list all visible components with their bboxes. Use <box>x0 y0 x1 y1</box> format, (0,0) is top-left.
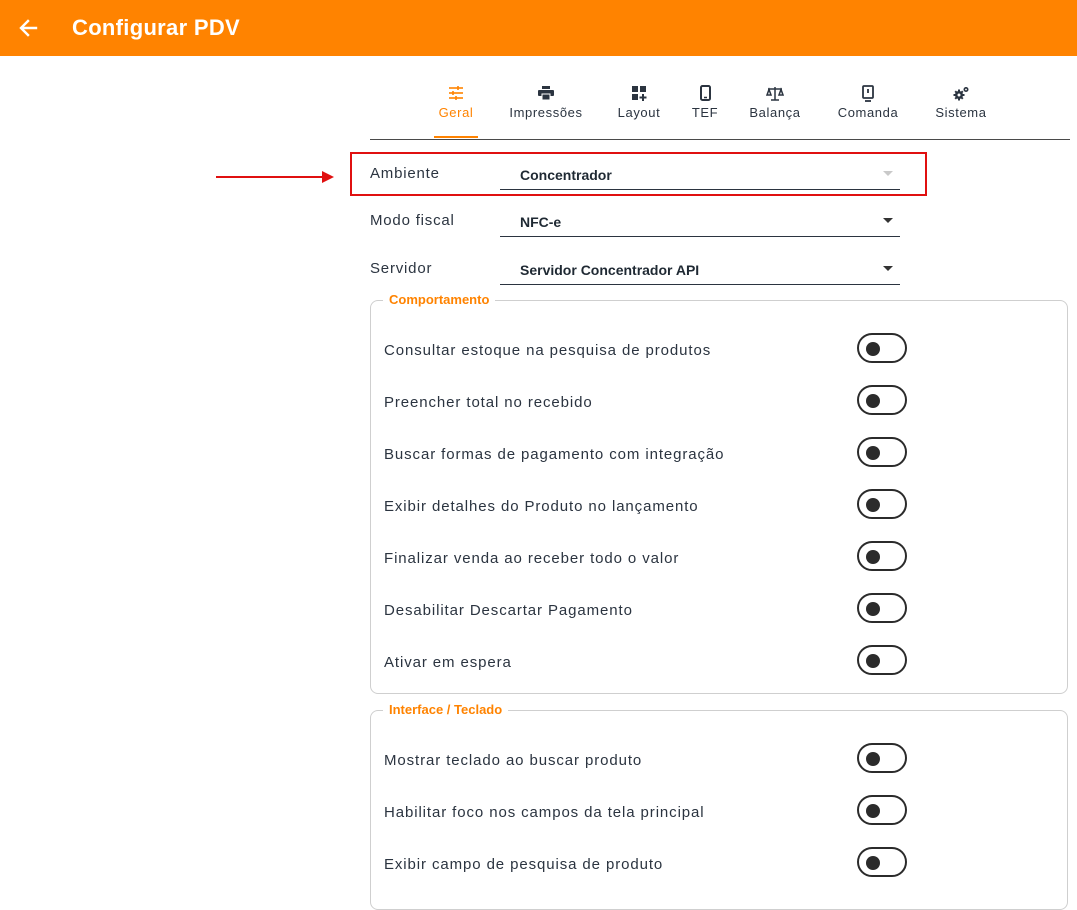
option-row: Mostrar teclado ao buscar produto <box>371 742 1067 782</box>
option-label: Desabilitar Descartar Pagamento <box>384 602 633 619</box>
annotation-arrow-head <box>322 171 334 183</box>
comportamento-group: Comportamento Consultar estoque na pesqu… <box>370 292 1068 694</box>
option-label: Buscar formas de pagamento com integraçã… <box>384 446 725 463</box>
toggle-knob <box>866 394 880 408</box>
tab-impressoes[interactable]: Impressões <box>504 70 588 138</box>
toggle-knob <box>866 804 880 818</box>
servidor-row: Servidor Servidor Concentrador API <box>370 252 900 285</box>
option-label: Habilitar foco nos campos da tela princi… <box>384 804 705 821</box>
tab-label: TEF <box>691 105 719 120</box>
ambiente-row: Ambiente Concentrador <box>370 157 900 190</box>
gears-icon <box>953 84 970 102</box>
toggle-knob <box>866 446 880 460</box>
chevron-down-icon <box>883 266 893 271</box>
toggle-switch[interactable] <box>857 489 907 519</box>
option-label: Ativar em espera <box>384 654 512 671</box>
tab-comanda[interactable]: Comanda <box>832 70 904 138</box>
toggle-switch[interactable] <box>857 333 907 363</box>
servidor-label: Servidor <box>370 260 433 277</box>
option-row: Habilitar foco nos campos da tela princi… <box>371 794 1067 834</box>
toggle-knob <box>866 498 880 512</box>
tab-geral[interactable]: Geral <box>434 70 478 138</box>
interface-teclado-group: Interface / Teclado Mostrar teclado ao b… <box>370 702 1068 910</box>
option-label: Finalizar venda ao receber todo o valor <box>384 550 680 567</box>
tab-label: Sistema <box>935 105 987 120</box>
toggle-switch[interactable] <box>857 385 907 415</box>
modo-fiscal-value: NFC-e <box>520 214 562 230</box>
option-label: Preencher total no recebido <box>384 394 593 411</box>
ambiente-select[interactable]: Concentrador <box>500 157 900 190</box>
modo-fiscal-select[interactable]: NFC-e <box>500 204 900 237</box>
app-bar: Configurar PDV <box>0 0 1077 56</box>
option-label: Mostrar teclado ao buscar produto <box>384 752 643 769</box>
chevron-down-icon <box>883 218 893 223</box>
arrow-left-icon <box>19 19 38 37</box>
toggle-knob <box>866 550 880 564</box>
option-row: Desabilitar Descartar Pagamento <box>371 592 1067 632</box>
tab-label: Layout <box>617 105 661 120</box>
option-row: Ativar em espera <box>371 644 1067 684</box>
tab-label: Comanda <box>837 105 899 120</box>
grid-add-icon <box>631 84 647 102</box>
group-title: Interface / Teclado <box>383 702 509 717</box>
active-tab-indicator <box>434 136 478 138</box>
option-row: Exibir detalhes do Produto no lançamento <box>371 488 1067 528</box>
toggle-switch[interactable] <box>857 795 907 825</box>
servidor-select[interactable]: Servidor Concentrador API <box>500 252 900 285</box>
toggle-knob <box>866 342 880 356</box>
tablet-icon <box>862 84 874 102</box>
toggle-knob <box>866 602 880 616</box>
phone-icon <box>699 84 711 102</box>
sliders-icon <box>448 84 464 102</box>
toggle-switch[interactable] <box>857 645 907 675</box>
tab-tef[interactable]: TEF <box>690 70 720 138</box>
option-row: Buscar formas de pagamento com integraçã… <box>371 436 1067 476</box>
toggle-switch[interactable] <box>857 743 907 773</box>
modo-fiscal-row: Modo fiscal NFC-e <box>370 204 900 237</box>
chevron-down-icon <box>883 171 893 176</box>
tab-sistema[interactable]: Sistema <box>930 70 992 138</box>
back-button[interactable] <box>16 16 40 40</box>
scale-icon <box>766 84 784 102</box>
printer-icon <box>538 84 554 102</box>
tab-layout[interactable]: Layout <box>614 70 664 138</box>
toggle-knob <box>866 856 880 870</box>
group-title: Comportamento <box>383 292 496 307</box>
annotation-arrow <box>216 176 324 178</box>
option-label: Exibir campo de pesquisa de produto <box>384 856 664 873</box>
toggle-switch[interactable] <box>857 541 907 571</box>
ambiente-label: Ambiente <box>370 165 440 182</box>
page-title: Configurar PDV <box>72 15 240 40</box>
tab-label: Balança <box>749 105 801 120</box>
toggle-switch[interactable] <box>857 593 907 623</box>
option-row: Finalizar venda ao receber todo o valor <box>371 540 1067 580</box>
config-tabs: Geral Impressões Layout TEF Balança Coma… <box>370 70 1070 140</box>
ambiente-value: Concentrador <box>520 167 612 183</box>
toggle-knob <box>866 752 880 766</box>
tab-balanca[interactable]: Balança <box>746 70 804 138</box>
servidor-value: Servidor Concentrador API <box>520 262 700 278</box>
toggle-switch[interactable] <box>857 847 907 877</box>
option-label: Consultar estoque na pesquisa de produto… <box>384 342 712 359</box>
toggle-switch[interactable] <box>857 437 907 467</box>
tab-label: Geral <box>438 105 474 120</box>
modo-fiscal-label: Modo fiscal <box>370 212 455 229</box>
option-label: Exibir detalhes do Produto no lançamento <box>384 498 699 515</box>
toggle-knob <box>866 654 880 668</box>
option-row: Consultar estoque na pesquisa de produto… <box>371 332 1067 372</box>
option-row: Exibir campo de pesquisa de produto <box>371 846 1067 886</box>
tab-label: Impressões <box>509 105 583 120</box>
option-row: Preencher total no recebido <box>371 384 1067 424</box>
